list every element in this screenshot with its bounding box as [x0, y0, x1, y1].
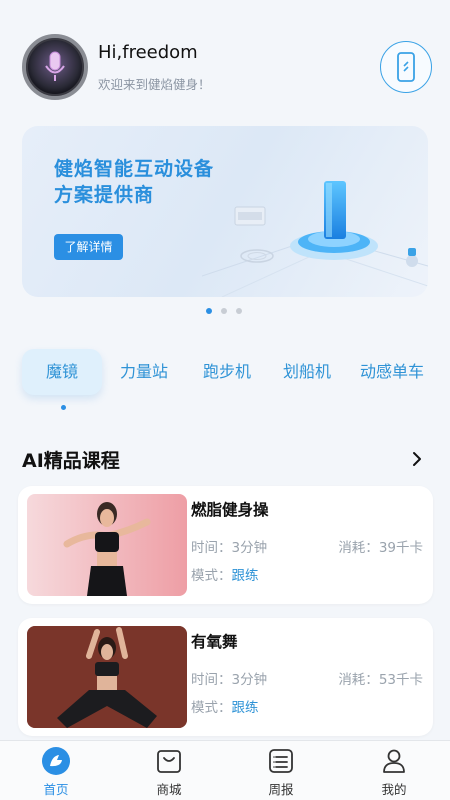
course-mode: 模式：跟练: [191, 564, 259, 584]
banner-title-line1: 健焰智能互动设备: [54, 158, 215, 180]
user-icon: [383, 749, 405, 773]
course-duration: 时间：3分钟: [191, 536, 267, 556]
phone-device-icon: [397, 52, 415, 82]
microphone-icon: [45, 51, 65, 81]
course-duration: 时间：3分钟: [191, 668, 267, 688]
mode-label: 模式：: [191, 568, 232, 584]
mode-value: 跟练: [231, 568, 259, 584]
duration-value: 3分钟: [231, 540, 268, 556]
course-title: 燃脂健身操: [191, 501, 269, 519]
promo-banner[interactable]: 健焰智能互动设备 方案提供商 了解详情: [22, 126, 428, 297]
calories-value: 53千卡: [378, 672, 423, 688]
device-illustration: [202, 181, 428, 297]
pagination-dot[interactable]: [236, 308, 242, 314]
category-tab-strength[interactable]: 力量站: [114, 349, 174, 395]
chevron-right-icon[interactable]: [410, 450, 424, 468]
tab-weekly-report-label: 周报: [268, 782, 294, 797]
tab-weekly-report[interactable]: 周报: [251, 747, 311, 798]
tab-profile[interactable]: 我的: [364, 747, 424, 798]
banner-pagination: [206, 308, 242, 314]
calories-value: 39千卡: [378, 540, 423, 556]
calories-label: 消耗：: [338, 672, 379, 688]
category-active-indicator: [61, 405, 66, 410]
banner-title-line2: 方案提供商: [54, 184, 155, 206]
mode-label: 模式：: [191, 700, 232, 716]
course-card[interactable]: 燃脂健身操 时间：3分钟 消耗：39千卡 模式：跟练: [18, 486, 433, 604]
category-tab-rowing[interactable]: 划船机: [277, 349, 337, 395]
course-thumbnail: [27, 494, 187, 596]
avatar[interactable]: [22, 34, 88, 100]
mode-value: 跟练: [231, 700, 259, 716]
section-title: AI精品课程: [22, 450, 120, 472]
bottom-tab-bar: 首页 商城 周报 我的: [0, 740, 450, 800]
course-title: 有氧舞: [191, 633, 238, 651]
duration-label: 时间：: [191, 540, 232, 556]
category-tab-treadmill[interactable]: 跑步机: [197, 349, 257, 395]
tab-home[interactable]: 首页: [26, 747, 86, 798]
banner-title: 健焰智能互动设备 方案提供商: [54, 156, 214, 208]
shopping-bag-icon: [157, 750, 181, 773]
category-tab-mirror[interactable]: 魔镜: [22, 349, 102, 395]
tab-mall[interactable]: 商城: [139, 747, 199, 798]
category-tab-spinning-bike[interactable]: 动感单车: [352, 349, 432, 395]
duration-label: 时间：: [191, 672, 232, 688]
pagination-dot[interactable]: [221, 308, 227, 314]
duration-value: 3分钟: [231, 672, 268, 688]
course-card[interactable]: 有氧舞 时间：3分钟 消耗：53千卡 模式：跟练: [18, 618, 433, 736]
course-calories: 消耗：39千卡: [338, 536, 423, 556]
course-thumbnail: [27, 626, 187, 728]
tab-mall-label: 商城: [156, 782, 182, 797]
header: Hi,freedom 欢迎来到健焰健身！: [22, 34, 432, 104]
course-calories: 消耗：53千卡: [338, 668, 423, 688]
tab-home-label: 首页: [43, 782, 69, 797]
home-icon: [42, 747, 70, 775]
calories-label: 消耗：: [338, 540, 379, 556]
learn-more-button[interactable]: 了解详情: [54, 234, 123, 260]
report-icon: [269, 749, 293, 773]
course-mode: 模式：跟练: [191, 696, 259, 716]
category-tabs: 魔镜 力量站 跑步机 划船机 动感单车: [22, 349, 432, 395]
welcome-text: 欢迎来到健焰健身！: [98, 77, 211, 92]
pagination-dot-active[interactable]: [206, 308, 212, 314]
device-button[interactable]: [380, 41, 432, 93]
greeting-text: Hi,freedom: [98, 42, 198, 63]
tab-profile-label: 我的: [381, 782, 407, 797]
